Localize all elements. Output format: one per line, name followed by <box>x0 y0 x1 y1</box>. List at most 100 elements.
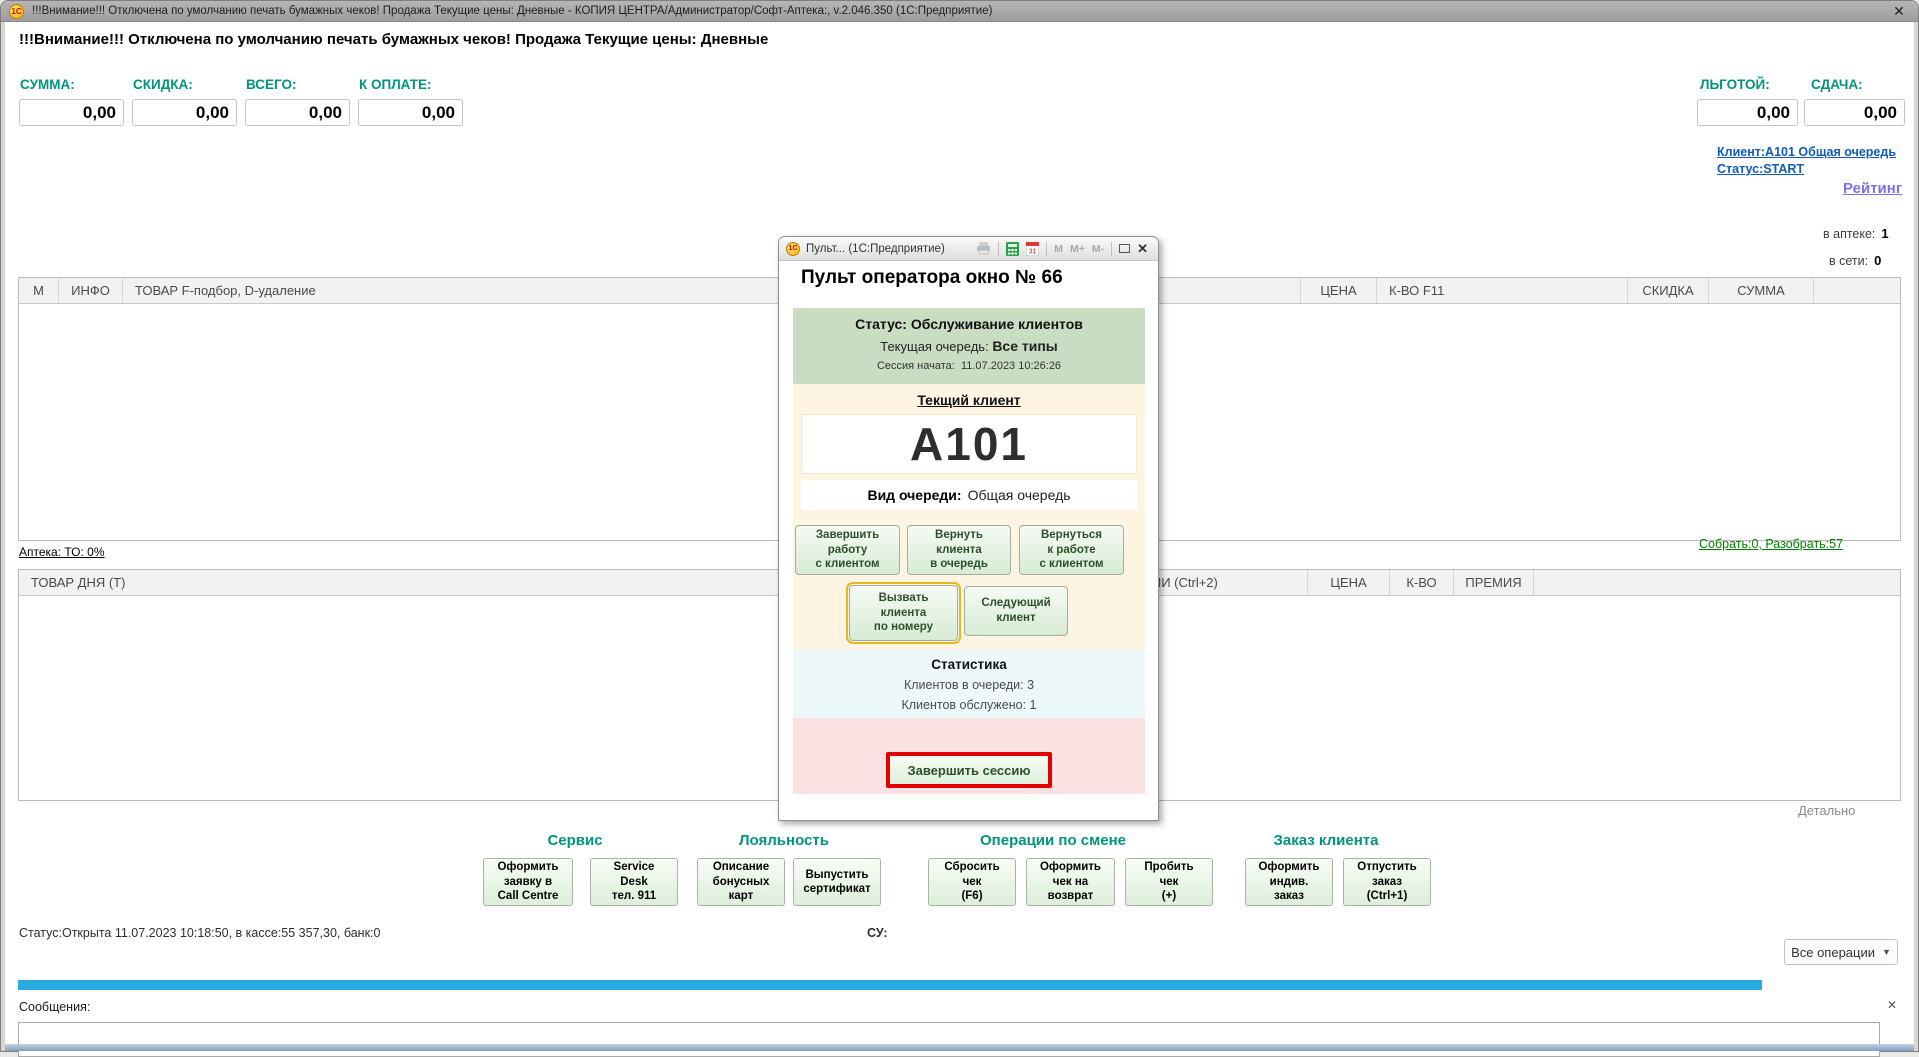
call-by-number-button[interactable]: Вызвать клиента по номеру <box>849 585 958 641</box>
svg-text:31: 31 <box>1029 248 1037 255</box>
col-filler <box>1814 278 1900 303</box>
queue-kind-value: Общая очередь <box>968 487 1071 503</box>
col-m: М <box>19 278 59 303</box>
individual-order-button[interactable]: Оформить индив. заказ <box>1245 858 1333 906</box>
dialog-title: Пульт... (1С:Предприятие) <box>806 243 945 255</box>
stats-in-queue: Клиентов в очереди: 3 <box>793 678 1145 692</box>
session-label: Сессия начата: <box>877 360 955 372</box>
dialog-heading: Пульт оператора окно № 66 <box>801 267 1063 289</box>
reset-receipt-button[interactable]: Сбросить чек (F6) <box>928 858 1016 906</box>
next-client-button[interactable]: Следующий клиент <box>964 586 1068 636</box>
details-label: Детально <box>1798 803 1855 818</box>
to-pay-label: К ОПЛАТЕ: <box>359 77 432 92</box>
su-label: СУ: <box>867 926 888 940</box>
in-network-value: 0 <box>1874 253 1881 268</box>
call-centre-button[interactable]: Оформить заявку в Call Centre <box>483 858 573 906</box>
group-shift-title: Операции по смене <box>980 832 1126 849</box>
total-field[interactable]: 0,00 <box>245 99 350 126</box>
in-network-label: в сети: <box>1829 254 1868 268</box>
client-queue-link[interactable]: Клиент:A101 Общая очередь <box>1717 145 1896 159</box>
change-label: СДАЧА: <box>1811 77 1863 92</box>
messages-divider-bar <box>18 980 1762 990</box>
main-window: 1С !!!Внимание!!! Отключена по умолчанию… <box>0 0 1919 1052</box>
session-value: 11.07.2023 10:26:26 <box>961 360 1061 372</box>
finish-client-button[interactable]: Завершить работу с клиентом <box>795 525 900 575</box>
group-order-title: Заказ клиента <box>1274 832 1379 849</box>
queue-kind-label: Вид очереди: <box>867 487 961 503</box>
group-loyalty-title: Лояльность <box>739 832 829 849</box>
total-label: ВСЕГО: <box>246 77 296 92</box>
1c-logo-icon: 1С <box>9 4 24 19</box>
client-status-link[interactable]: Статус:START <box>1717 162 1804 176</box>
col-day-qty: К-ВО <box>1390 570 1454 595</box>
group-service-title: Сервис <box>547 832 602 849</box>
in-pharmacy-label: в аптеке: <box>1823 227 1875 241</box>
privilege-field[interactable]: 0,00 <box>1697 99 1798 126</box>
stats-title: Статистика <box>793 657 1145 672</box>
service-desk-button[interactable]: Service Desk тел. 911 <box>590 858 678 906</box>
dialog-titlebar: 1С Пульт... (1С:Предприятие) 31 M M+ M- <box>779 237 1158 261</box>
discount-field[interactable]: 0,00 <box>132 99 237 126</box>
window-bottom-edge <box>5 1044 1914 1051</box>
pharmacy-to-link[interactable]: Аптека: ТО: 0% <box>19 545 105 559</box>
messages-label: Сообщения: <box>19 1000 90 1014</box>
col-day-price: ЦЕНА <box>1308 570 1390 595</box>
messages-close-icon[interactable]: ✕ <box>1887 998 1897 1012</box>
print-icon[interactable] <box>976 242 991 255</box>
memory-button[interactable]: M <box>1054 243 1063 255</box>
warning-banner: !!!Внимание!!! Отключена по умолчанию пе… <box>19 31 768 48</box>
dialog-close-icon[interactable]: ✕ <box>1137 241 1148 257</box>
col-info: ИНФО <box>59 278 123 303</box>
current-client-title: Текщий клиент <box>793 392 1145 408</box>
sum-field[interactable]: 0,00 <box>19 99 124 126</box>
maximize-icon[interactable] <box>1119 244 1130 253</box>
privilege-label: ЛЬГОТОЙ: <box>1700 77 1770 92</box>
toolbar-separator <box>1111 242 1112 256</box>
status-line: Статус: Обслуживание клиентов <box>793 316 1145 332</box>
window-title: !!!Внимание!!! Отключена по умолчанию пе… <box>32 5 992 17</box>
rating-link[interactable]: Рейтинг <box>1843 180 1902 197</box>
dialog-danger-section: Завершить сессию <box>793 718 1145 794</box>
1c-logo-icon: 1С <box>786 242 800 256</box>
punch-receipt-button[interactable]: Пробить чек (+) <box>1125 858 1213 906</box>
return-receipt-button[interactable]: Оформить чек на возврат <box>1026 858 1115 906</box>
calendar-icon[interactable]: 31 <box>1026 242 1039 256</box>
window-close-button[interactable]: ✕ <box>1888 3 1910 20</box>
issue-certificate-button[interactable]: Выпустить сертификат <box>793 858 881 906</box>
col-sum: СУММА <box>1709 278 1814 303</box>
col-day-filler <box>1534 570 1900 595</box>
release-order-button[interactable]: Отпустить заказ (Ctrl+1) <box>1343 858 1431 906</box>
sum-label: СУММА: <box>20 77 75 92</box>
collect-disassemble-link[interactable]: Собрать:0, Разобрать:57 <box>1699 537 1843 551</box>
col-price: ЦЕНА <box>1301 278 1377 303</box>
chevron-down-icon: ▼ <box>1882 947 1891 957</box>
return-client-button[interactable]: Вернуть клиента в очередь <box>907 525 1011 575</box>
change-field[interactable]: 0,00 <box>1804 99 1905 126</box>
col-qty: К-ВО F11 <box>1377 278 1628 303</box>
to-pay-field[interactable]: 0,00 <box>358 99 463 126</box>
in-pharmacy-value: 1 <box>1881 226 1888 241</box>
calculator-icon[interactable] <box>1006 242 1019 256</box>
col-premium: ПРЕМИЯ <box>1454 570 1534 595</box>
toolbar-separator <box>1046 242 1047 256</box>
end-session-button[interactable]: Завершить сессию <box>886 752 1052 788</box>
dialog-status-box: Статус: Обслуживание клиентов Текущая оч… <box>793 308 1145 384</box>
dialog-stats-section: Статистика Клиентов в очереди: 3 Клиенто… <box>793 650 1145 718</box>
memory-plus-button[interactable]: M+ <box>1070 243 1085 255</box>
client-number-display: A101 <box>801 414 1137 474</box>
col-discount: СКИДКА <box>1628 278 1709 303</box>
queue-label: Текущая очередь: <box>880 339 988 354</box>
all-operations-label: Все операции <box>1791 945 1875 960</box>
all-operations-button[interactable]: Все операции ▼ <box>1784 939 1898 965</box>
resume-client-button[interactable]: Вернуться к работе с клиентом <box>1019 525 1124 575</box>
dialog-client-section: Текщий клиент A101 Вид очереди: Общая оче… <box>793 384 1145 650</box>
bonus-cards-button[interactable]: Описание бонусных карт <box>697 858 785 906</box>
discount-label: СКИДКА: <box>133 77 193 92</box>
stats-served: Клиентов обслужено: 1 <box>793 698 1145 712</box>
queue-value: Все типы <box>992 338 1057 354</box>
toolbar-separator <box>998 242 999 256</box>
operator-dialog: 1С Пульт... (1С:Предприятие) 31 M M+ M- <box>778 236 1159 821</box>
window-titlebar: 1С !!!Внимание!!! Отключена по умолчанию… <box>1 1 1918 22</box>
memory-minus-button[interactable]: M- <box>1092 243 1104 255</box>
shift-status-text: Статус:Открыта 11.07.2023 10:18:50, в ка… <box>19 926 380 940</box>
